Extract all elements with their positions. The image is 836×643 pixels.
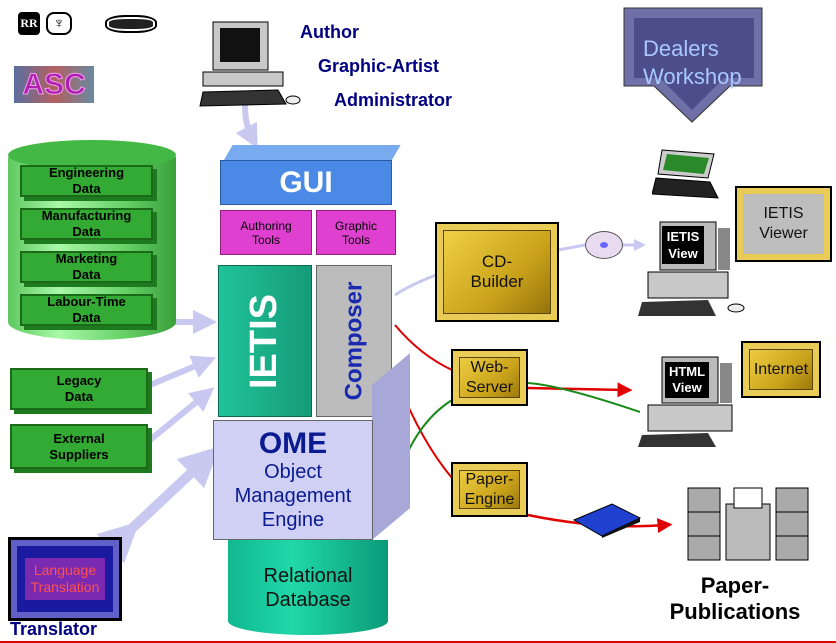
workshop-text: Workshop xyxy=(643,64,742,89)
gui-top-face xyxy=(223,145,401,161)
book-icon xyxy=(572,503,642,538)
graphic-tools-block: Graphic Tools xyxy=(316,210,396,255)
relational-database-cylinder: Relational Database xyxy=(228,540,388,635)
ietis-block: IETIS xyxy=(218,265,312,417)
asc-logo: ASC xyxy=(14,66,94,103)
cd-builder-box: CD- Builder xyxy=(435,222,559,322)
arrow-translator-ome xyxy=(96,446,220,564)
filing-cabinets-icon xyxy=(687,487,809,561)
cd-disc-icon xyxy=(585,231,623,259)
role-administrator: Administrator xyxy=(334,90,453,110)
authoring-tools-block: Authoring Tools xyxy=(220,210,312,255)
workstation-computer-icon xyxy=(199,21,301,107)
legacy-data: Legacy Data xyxy=(10,368,148,410)
bentley-wings-logo xyxy=(105,15,157,33)
manufacturing-data: Manufacturing Data xyxy=(20,208,153,240)
ome-block: OME Object Management Engine xyxy=(213,420,373,540)
ome-side-face xyxy=(372,353,410,540)
html-view-screen: HTML View xyxy=(665,362,709,398)
labour-time-data: Labour-Time Data xyxy=(20,294,153,326)
rr-badge-logo: RR xyxy=(18,12,40,35)
gui-block: GUI xyxy=(220,160,392,205)
internet-box: Internet xyxy=(741,341,821,398)
language-translation-box: Language Translation xyxy=(8,537,122,621)
dealers-text: Dealers xyxy=(643,36,719,61)
external-suppliers: External Suppliers xyxy=(10,424,148,469)
role-author: Author xyxy=(300,22,359,42)
translator-label: Translator xyxy=(10,619,98,639)
arrow-external-to-ietis xyxy=(148,387,215,443)
marketing-data: Marketing Data xyxy=(20,251,153,283)
dealers-workshop-label: Dealers Workshop xyxy=(643,35,742,91)
laptop-icon xyxy=(652,149,719,199)
role-graphic-artist: Graphic-Artist xyxy=(318,56,440,76)
web-server-box: Web- Server xyxy=(451,349,528,406)
line-composer-cd xyxy=(394,273,437,297)
line-cd-disc xyxy=(557,243,586,252)
engineering-data: Engineering Data xyxy=(20,165,153,197)
arrow-legacy-to-ietis xyxy=(148,355,217,388)
arrow-web-to-html xyxy=(527,382,633,398)
ietis-view-screen: IETIS View xyxy=(662,226,704,264)
mascot-logo: ♆ xyxy=(46,12,72,35)
ietis-viewer-box: IETIS Viewer xyxy=(735,186,832,262)
paper-publications-label: Paper- Publications xyxy=(669,573,801,624)
paper-engine-box: Paper- Engine xyxy=(451,462,528,517)
